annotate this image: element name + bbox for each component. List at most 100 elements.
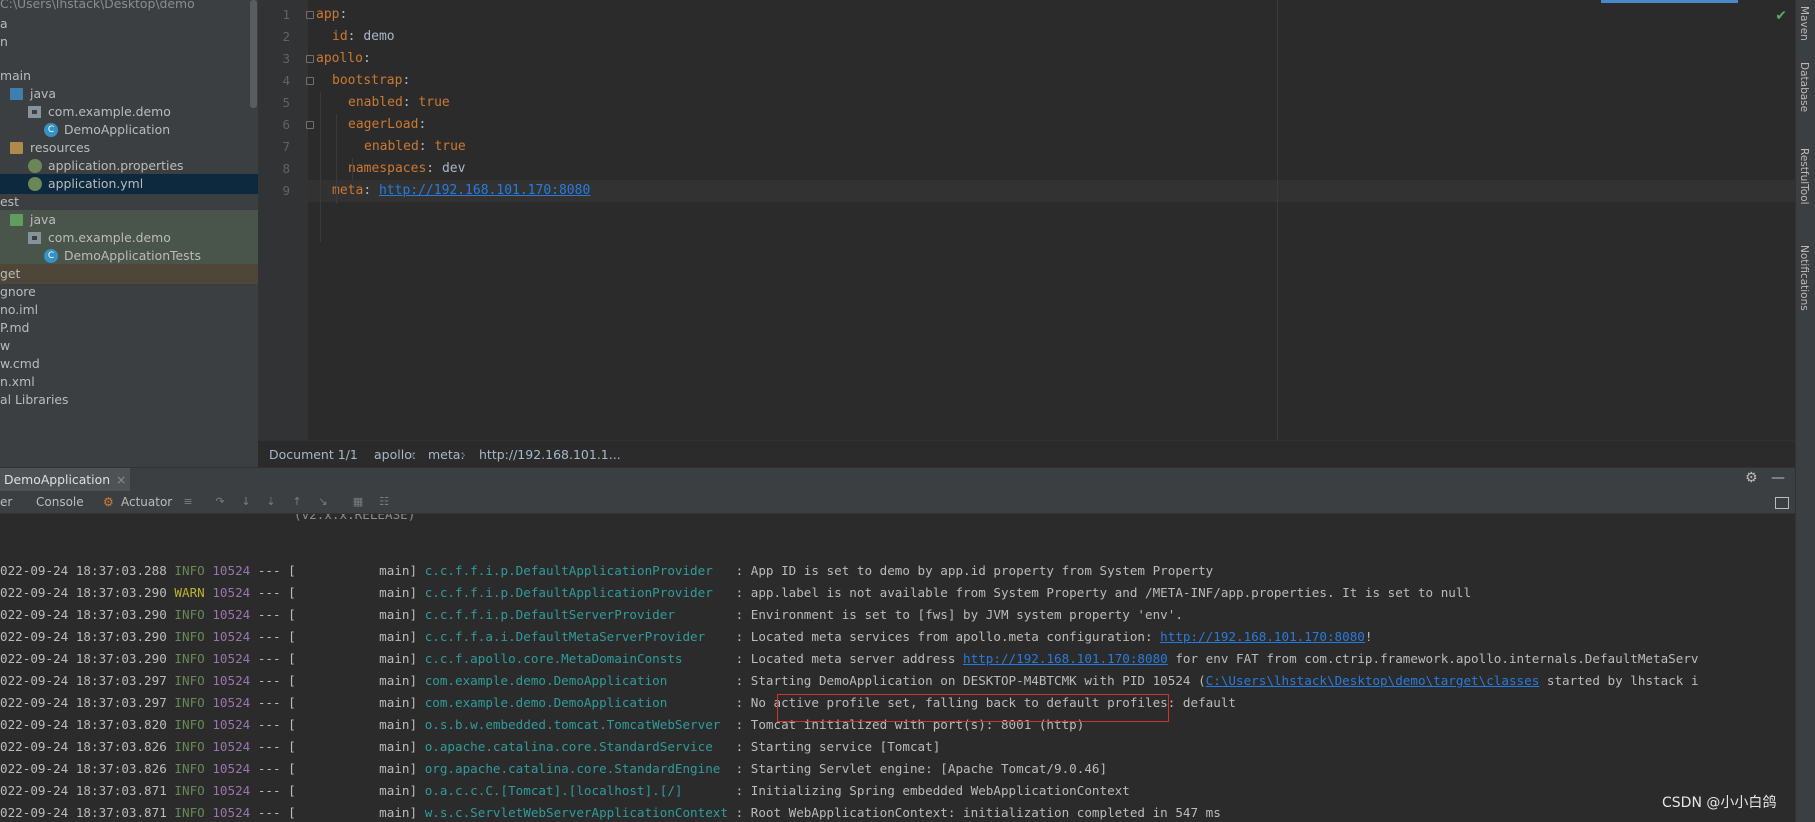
line-number: 9 [282,183,290,198]
log-timestamp: 022-09-24 18:37:03.871 [0,805,167,820]
log-pid: 10524 [212,607,251,622]
notifications-tab[interactable]: Notifications [1798,245,1810,311]
yaml-value: true [434,139,466,154]
fold-icon[interactable] [306,121,314,129]
gear-icon[interactable]: ⚙ [1745,470,1758,486]
folder-icon [10,88,23,100]
project-tree-item[interactable]: application.properties [0,156,258,176]
tree-item-label: no.iml [0,302,39,317]
project-tree-item[interactable]: a [0,14,258,34]
database-tab[interactable]: Database [1798,62,1810,112]
project-tree-item[interactable]: no.iml [0,300,258,320]
project-tree-item[interactable]: get [0,264,258,284]
layout-icon[interactable] [1775,497,1789,509]
project-tree-item[interactable]: C:\Users\lhstack\Desktop\demo [0,0,258,14]
project-tree-item[interactable]: n [0,32,258,52]
step-out-icon[interactable]: ↑ [290,496,304,508]
project-tree-item[interactable]: w [0,336,258,356]
breadcrumb-meta[interactable]: meta: [428,441,465,468]
project-tree-item[interactable]: C DemoApplicationTests [0,246,258,266]
log-link[interactable]: C:\Users\lhstack\Desktop\demo\target\cla… [1206,673,1540,688]
class-icon: C [44,123,58,137]
code-line[interactable]: enabled: true [364,136,466,158]
maven-tab[interactable]: Maven [1798,6,1810,41]
log-thread: main [379,695,410,710]
project-tree-item[interactable]: com.example.demo [0,228,258,248]
yaml-key: apollo [316,51,363,66]
log-thread: main [379,805,410,820]
log-pid: 10524 [212,783,251,798]
project-tree-item[interactable]: est [0,192,258,212]
restfultool-tab[interactable]: RestfulTool [1798,148,1810,205]
log-line: 022-09-24 18:37:03.826 INFO 10524 --- [ … [0,739,941,754]
spring-config-icon [28,177,42,191]
code-line[interactable]: meta: http://192.168.101.170:8080 [332,180,590,202]
log-timestamp: 022-09-24 18:37:03.826 [0,761,167,776]
project-tree-item[interactable]: w.cmd [0,354,258,374]
log-logger: c.c.f.apollo.core.MetaDomainConsts [424,651,728,666]
log-message-tail: for env FAT from com.ctrip.framework.apo… [1167,651,1699,666]
project-tree-item[interactable]: application.yml [0,174,258,194]
project-tree-item[interactable]: C DemoApplication [0,120,258,140]
log-line: 022-09-24 18:37:03.871 INFO 10524 --- [ … [0,783,1130,798]
code-editor[interactable]: 123456789 ✔ app: id: demo apollo: bootstrap… [258,0,1795,440]
line-number: 5 [282,95,290,110]
code-line[interactable]: enabled: true [348,92,450,114]
project-tree-item[interactable]: resources [0,138,258,158]
project-tree-item[interactable]: al Libraries [0,390,258,410]
minimize-icon[interactable]: — [1771,470,1785,486]
log-message: Starting Servlet engine: [Apache Tomcat/… [750,761,1108,776]
run-tab-demoapplication[interactable]: DemoApplication × [0,468,131,492]
log-message: Located meta server address [750,651,964,666]
project-tree-item[interactable]: java [0,84,258,104]
breadcrumb-document[interactable]: Document 1/1 [269,441,358,468]
fold-icon[interactable] [306,55,314,63]
code-line[interactable]: id: demo [332,26,395,48]
breadcrumb: Document 1/1 › apollo: › meta: › http://… [258,440,1795,467]
close-icon[interactable]: × [116,472,126,487]
tab-console[interactable]: Console [36,491,84,514]
line-number: 2 [282,29,290,44]
code-line[interactable]: namespaces: dev [348,158,465,180]
project-tree-item[interactable]: n.xml [0,372,258,392]
log-pid: 10524 [212,629,251,644]
force-step-into-icon[interactable]: ⇣ [264,496,278,508]
tree-item-label: java [30,86,56,101]
project-tree-item[interactable]: main [0,66,258,86]
frames-icon[interactable]: ▦ [351,496,365,508]
project-tree-item[interactable]: com.example.demo [0,102,258,122]
log-message: Starting service [Tomcat] [750,739,941,754]
log-thread: main [379,651,410,666]
log-level: INFO [174,783,205,798]
run-to-cursor-icon[interactable]: ↘ [316,496,330,508]
log-link[interactable]: http://192.168.101.170:8080 [1160,629,1365,644]
project-scrollbar[interactable] [250,0,257,108]
code-line[interactable]: app: [316,4,347,26]
yaml-colon: : [363,183,379,198]
yaml-value[interactable]: http://192.168.101.170:8080 [379,183,590,198]
run-window-header: DemoApplication × [0,467,1795,492]
inspection-ok-icon[interactable]: ✔ [1775,8,1787,24]
step-over-icon[interactable]: ↷ [213,496,227,508]
console-output[interactable]: (v2.x.x.RELEASE) 022-09-24 18:37:03.288 I… [0,514,1795,822]
log-thread: main [379,717,410,732]
code-line[interactable]: bootstrap: [332,70,410,92]
breadcrumb-url[interactable]: http://192.168.101.1... [479,441,621,468]
tab-debugger[interactable]: er [0,491,12,514]
project-tree-item[interactable]: gnore [0,282,258,302]
fold-icon[interactable] [306,77,314,85]
yaml-colon: : [402,73,411,88]
log-logger: w.s.c.ServletWebServerApplicationContext [424,805,728,820]
fold-icon[interactable] [306,11,314,19]
project-tree-item[interactable]: java [0,210,258,230]
threads-icon[interactable]: ☷ [377,496,391,508]
project-tree-item[interactable]: P.md [0,318,258,338]
log-level: INFO [174,673,205,688]
step-into-icon[interactable]: ↓ [239,496,253,508]
tab-actuator[interactable]: Actuator [121,491,172,514]
menu-icon[interactable]: ≡ [181,496,195,508]
code-line[interactable]: apollo: [316,48,371,70]
code-line[interactable]: eagerLoad: [348,114,426,136]
log-link[interactable]: http://192.168.101.170:8080 [963,651,1168,666]
yaml-colon: : [418,139,435,154]
